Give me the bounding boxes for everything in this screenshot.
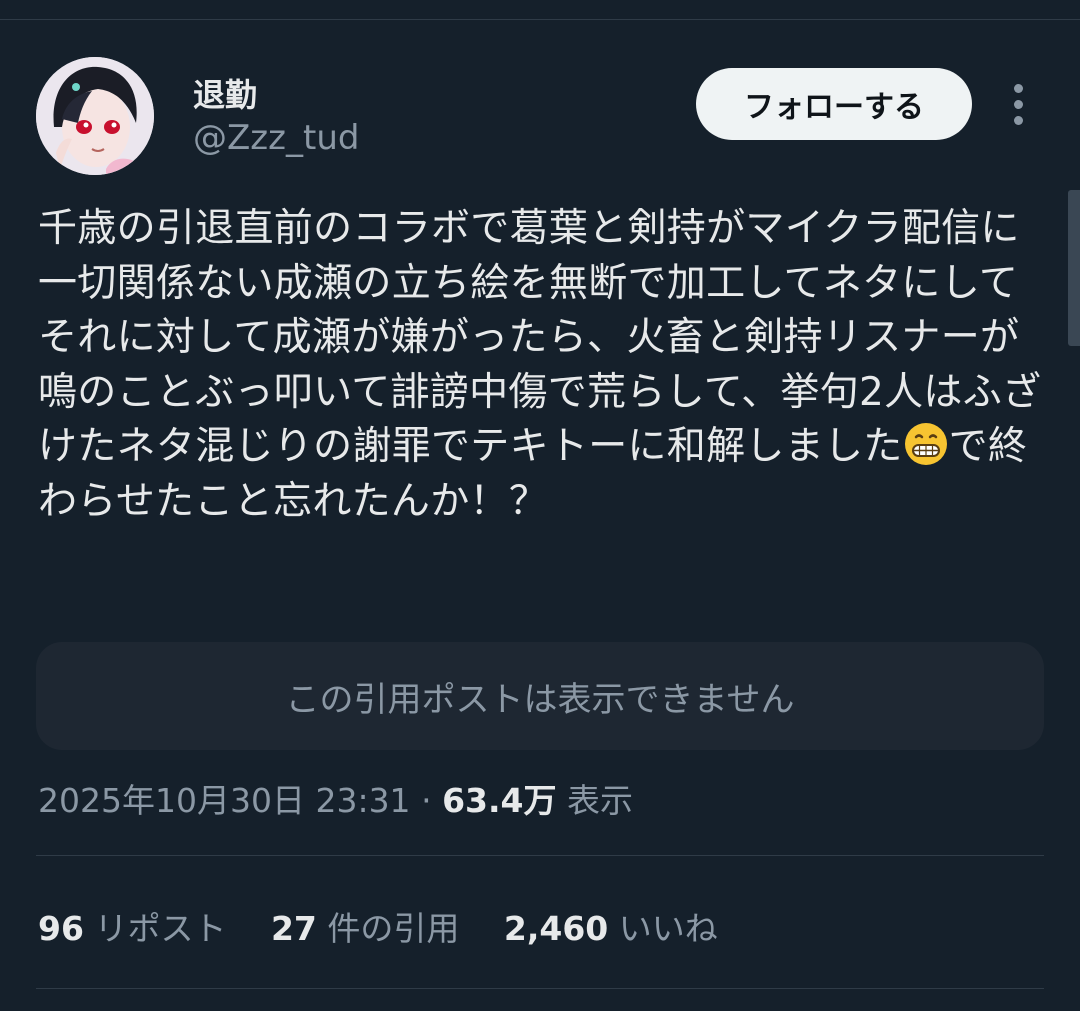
- scrollbar[interactable]: [1068, 190, 1080, 346]
- quotes-stat[interactable]: 27 件の引用: [271, 909, 459, 948]
- divider: [36, 988, 1044, 989]
- views-count: 63.4万: [442, 781, 557, 820]
- likes-label: いいね: [618, 909, 718, 948]
- more-options-icon[interactable]: [1000, 80, 1038, 128]
- quotes-count: 27: [270, 909, 317, 948]
- dot: [1014, 116, 1023, 125]
- divider: [36, 855, 1044, 856]
- likes-stat[interactable]: 2,460 いいね: [504, 909, 718, 948]
- tweet-text: 千歳の引退直前のコラボで葛葉と剣持がマイクラ配信に一切関係ない成瀬の立ち絵を無断…: [38, 202, 1048, 529]
- quoted-post-unavailable: この引用ポストは表示できません: [36, 642, 1044, 750]
- avatar-image: [36, 57, 154, 175]
- reposts-stat[interactable]: 96 リポスト: [38, 909, 226, 948]
- avatar[interactable]: [36, 57, 154, 175]
- views-label: 表示: [566, 781, 633, 820]
- timestamp[interactable]: 2025年10月30日 23:31: [38, 781, 411, 820]
- tweet-text-part: 千歳の引退直前のコラボで葛葉と剣持がマイクラ配信に一切関係ない成瀬の立ち絵を無断…: [38, 206, 1042, 469]
- follow-button[interactable]: フォローする: [696, 68, 972, 140]
- post-meta: 2025年10月30日 23:31 · 63.4万 表示: [38, 774, 633, 822]
- engagement-stats: 96 リポスト 27 件の引用 2,460 いいね: [38, 902, 752, 950]
- top-divider: [0, 19, 1080, 20]
- quotes-label: 件の引用: [327, 909, 460, 948]
- meta-separator: ·: [421, 781, 432, 820]
- likes-count: 2,460: [503, 909, 609, 948]
- reposts-label: リポスト: [94, 909, 227, 948]
- display-name[interactable]: 退勤: [193, 70, 257, 116]
- reposts-count: 96: [38, 909, 84, 948]
- quote-unavailable-text: この引用ポストは表示できません: [285, 679, 795, 720]
- grinning-face-emoji: [903, 421, 949, 467]
- dot: [1014, 100, 1023, 109]
- user-handle[interactable]: @Zzz_tud: [193, 118, 359, 158]
- dot: [1014, 84, 1023, 93]
